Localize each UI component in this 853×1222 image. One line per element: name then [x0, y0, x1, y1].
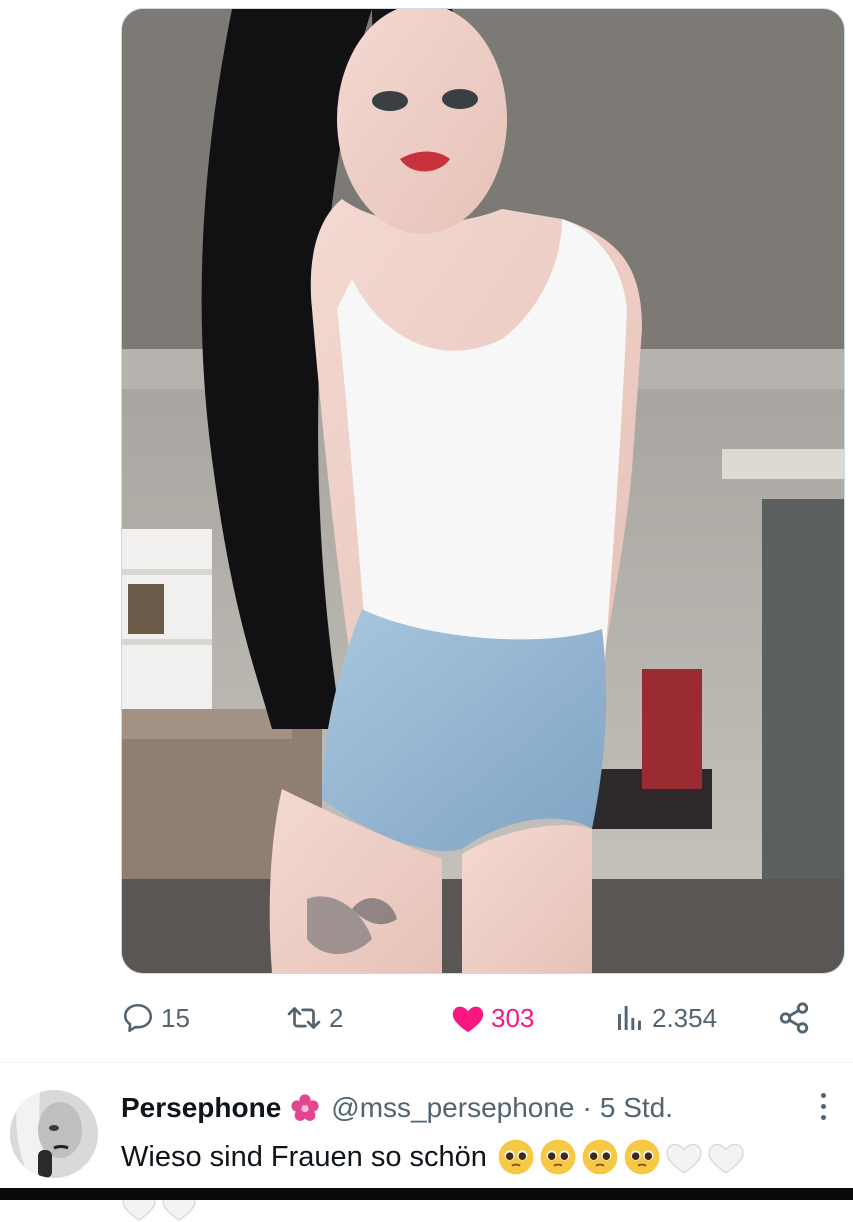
retweet-count: 2	[329, 1002, 344, 1033]
emoji-row	[497, 1138, 745, 1176]
avatar[interactable]	[10, 1090, 98, 1178]
retweet-icon	[285, 1001, 323, 1035]
like-button[interactable]: 303	[451, 988, 534, 1048]
views-button[interactable]: 2.354	[614, 988, 717, 1048]
retweet-button[interactable]: 2	[285, 988, 343, 1048]
reply-tweet[interactable]: Persephone @mss_persephone · 5 Std. Wies…	[0, 1072, 853, 1221]
comment-icon	[121, 1001, 155, 1035]
reply-text: Wieso sind Frauen so schön	[121, 1140, 487, 1173]
avatar-image	[10, 1090, 98, 1178]
reply-author-name[interactable]: Persephone	[121, 1092, 281, 1124]
heart-icon	[451, 1002, 485, 1034]
tweet-action-bar: 15 2 303 2.354	[0, 988, 853, 1048]
reply-timestamp[interactable]: 5 Std.	[600, 1092, 673, 1124]
blossom-icon	[289, 1092, 321, 1124]
reply-body: Wieso sind Frauen so schön	[121, 1138, 745, 1176]
divider	[0, 1062, 853, 1063]
pleading-face-icon	[582, 1139, 618, 1175]
pleading-face-icon	[540, 1139, 576, 1175]
share-button[interactable]	[777, 988, 811, 1048]
views-count: 2.354	[652, 1002, 718, 1033]
system-bottom-bar	[0, 1188, 853, 1200]
white-heart-icon	[666, 1143, 702, 1174]
meta-separator: ·	[582, 1092, 592, 1123]
white-heart-icon	[708, 1143, 744, 1174]
pleading-face-icon	[624, 1139, 660, 1175]
reply-header: Persephone @mss_persephone · 5 Std.	[121, 1092, 673, 1124]
like-count: 303	[491, 1002, 535, 1033]
reply-author-handle[interactable]: @mss_persephone	[331, 1092, 574, 1124]
photo-illustration	[122, 9, 844, 973]
tweet-photo[interactable]	[121, 8, 845, 974]
reply-button[interactable]: 15	[121, 988, 190, 1048]
views-chart-icon	[614, 1002, 646, 1034]
reply-count: 15	[161, 1002, 190, 1033]
share-icon	[777, 1001, 811, 1035]
more-options-icon[interactable]	[817, 1090, 829, 1124]
pleading-face-icon	[498, 1139, 534, 1175]
